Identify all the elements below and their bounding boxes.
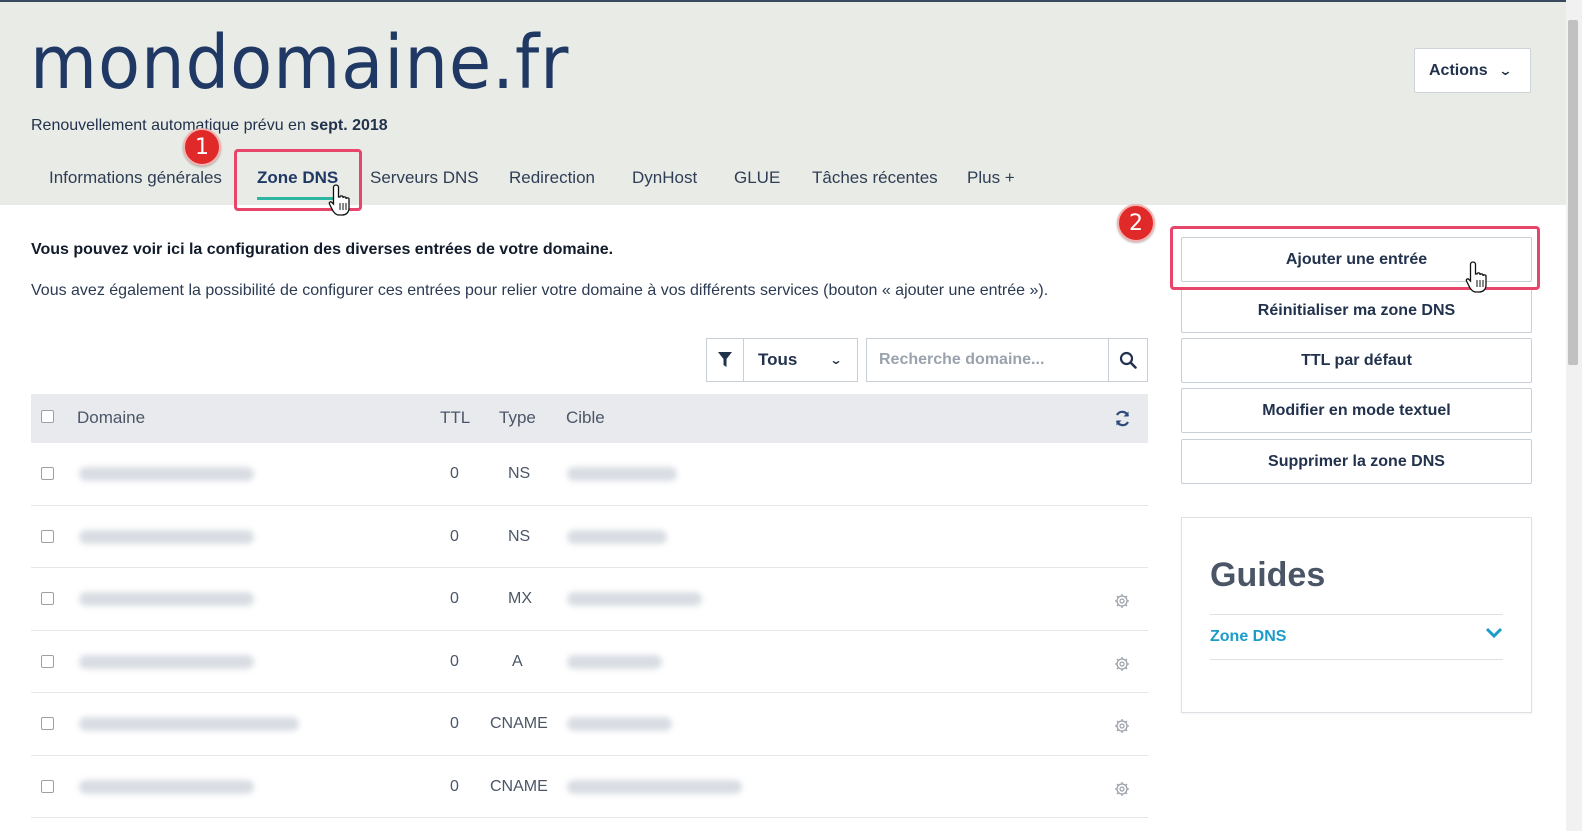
select-all-checkbox[interactable] <box>41 410 54 423</box>
gear-icon[interactable] <box>1114 718 1130 734</box>
delete-dns-zone-button[interactable]: Supprimer la zone DNS <box>1181 439 1532 484</box>
filter-icon <box>718 352 732 367</box>
renewal-date: sept. 2018 <box>310 117 388 134</box>
step-badge-1: 1 <box>183 128 221 166</box>
text-mode-button[interactable]: Modifier en mode textuel <box>1181 388 1532 433</box>
table-row: 0 CNAME <box>31 756 1148 818</box>
row-checkbox[interactable] <box>41 717 54 730</box>
row-type: NS <box>508 527 531 545</box>
row-checkbox[interactable] <box>41 529 54 543</box>
row-checkbox[interactable] <box>41 654 54 668</box>
redacted-domain <box>79 654 254 669</box>
redacted-target <box>567 529 667 544</box>
column-target[interactable]: Cible <box>566 408 605 428</box>
intro-description: Vous avez également la possibilité de co… <box>31 282 1049 299</box>
redacted-domain <box>79 529 254 544</box>
column-ttl[interactable]: TTL <box>440 408 470 428</box>
tab-glue[interactable]: GLUE <box>734 162 780 202</box>
redacted-target <box>567 779 742 794</box>
scrollbar-thumb[interactable] <box>1568 20 1578 365</box>
domain-search-input[interactable] <box>866 338 1109 382</box>
table-header: Domaine TTL Type Cible <box>31 394 1148 443</box>
guide-link-zone-dns[interactable]: Zone DNS <box>1210 628 1286 646</box>
hand-cursor-icon <box>328 184 350 216</box>
guides-panel: Guides Zone DNS <box>1181 517 1532 713</box>
domain-header: mondomaine.fr Renouvellement automatique… <box>0 0 1582 205</box>
default-ttl-button[interactable]: TTL par défaut <box>1181 338 1532 383</box>
chevron-down-icon: ⌄ <box>829 353 843 367</box>
filter-button[interactable] <box>706 338 744 382</box>
row-checkbox[interactable] <box>41 467 54 480</box>
row-ttl: 0 <box>450 777 459 795</box>
divider <box>1210 659 1503 660</box>
gear-icon[interactable] <box>1114 593 1130 609</box>
dns-records-table: Domaine TTL Type Cible 0 NS 0 NS 0 MX 0 … <box>31 394 1148 818</box>
domain-tabs: Informations générales Zone DNS Serveurs… <box>0 152 1100 207</box>
tab-redirection[interactable]: Redirection <box>509 162 595 202</box>
tab-plus[interactable]: Plus + <box>967 162 1015 202</box>
active-tab-indicator <box>257 197 339 200</box>
table-row: 0 NS <box>31 443 1148 506</box>
tab-taches-recentes[interactable]: Tâches récentes <box>812 162 938 202</box>
gear-icon[interactable] <box>1114 656 1130 672</box>
type-filter-select[interactable]: Tous ⌄ <box>743 338 858 382</box>
row-checkbox[interactable] <box>41 592 54 605</box>
redacted-target <box>567 717 672 731</box>
domain-title: mondomaine.fr <box>30 20 570 106</box>
redacted-domain <box>79 717 299 731</box>
chevron-down-icon[interactable] <box>1485 626 1503 640</box>
refresh-icon[interactable] <box>1114 410 1131 427</box>
search-button[interactable] <box>1108 338 1148 382</box>
tab-serveurs-dns[interactable]: Serveurs DNS <box>370 162 479 202</box>
row-ttl: 0 <box>450 652 459 670</box>
redacted-target <box>567 467 677 481</box>
column-domain[interactable]: Domaine <box>77 408 145 428</box>
redacted-domain <box>79 779 254 794</box>
row-ttl: 0 <box>450 590 459 607</box>
tab-zone-dns[interactable]: Zone DNS <box>257 162 339 202</box>
divider <box>1210 614 1503 615</box>
table-row: 0 MX <box>31 568 1148 631</box>
table-row: 0 NS <box>31 506 1148 568</box>
tab-informations-generales[interactable]: Informations générales <box>49 162 222 202</box>
actions-button[interactable]: Actions ⌄ <box>1414 48 1531 93</box>
renewal-prefix: Renouvellement automatique prévu en <box>31 117 311 134</box>
chevron-down-icon: ⌄ <box>1498 62 1513 78</box>
type-filter-value: Tous <box>758 350 798 369</box>
table-row: 0 CNAME <box>31 693 1148 756</box>
redacted-target <box>567 592 702 606</box>
row-type: MX <box>508 590 532 607</box>
guides-title: Guides <box>1210 556 1326 594</box>
gear-icon[interactable] <box>1114 781 1130 797</box>
search-icon <box>1119 351 1137 369</box>
step-badge-2: 2 <box>1117 204 1155 242</box>
hand-cursor-icon <box>1465 261 1487 293</box>
intro-heading: Vous pouvez voir ici la configuration de… <box>31 241 614 258</box>
row-ttl: 0 <box>450 715 459 732</box>
row-type: CNAME <box>490 715 548 732</box>
actions-label: Actions <box>1429 61 1488 79</box>
row-checkbox[interactable] <box>41 779 54 793</box>
tab-dynhost[interactable]: DynHost <box>632 162 697 202</box>
table-row: 0 A <box>31 631 1148 693</box>
redacted-target <box>567 654 662 669</box>
row-ttl: 0 <box>450 465 459 482</box>
column-type[interactable]: Type <box>499 408 536 428</box>
redacted-domain <box>79 592 254 606</box>
row-type: NS <box>508 465 531 482</box>
row-ttl: 0 <box>450 527 459 545</box>
redacted-domain <box>79 467 254 481</box>
row-type: CNAME <box>490 777 548 795</box>
reset-dns-zone-button[interactable]: Réinitialiser ma zone DNS <box>1181 288 1532 333</box>
row-type: A <box>512 652 523 670</box>
